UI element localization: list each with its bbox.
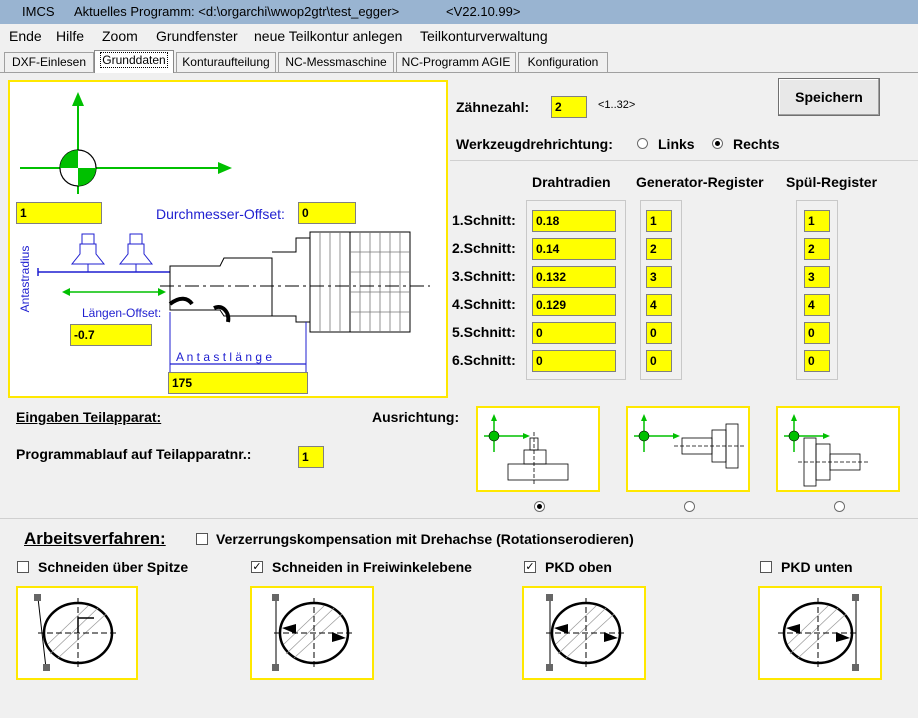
orientation-option-2[interactable] [626,406,750,492]
option-label-spitze: Schneiden über Spitze [38,559,189,575]
generator-field[interactable]: 0 [646,322,672,344]
window-title: Aktuelles Programm: <d:\orgarchi\wwop2gt… [74,4,400,19]
row-label: 2.Schnitt: [452,240,516,256]
option-label-freiwinkel: Schneiden in Freiwinkelebene [272,559,472,575]
cutting-tool-icon [778,594,859,671]
orientation-radio-1[interactable] [534,501,545,512]
method-illustration-2[interactable] [250,586,374,680]
zaehnezahl-label: Zähnezahl: [456,99,530,115]
verzerrung-label: Verzerrungskompensation mit Drehachse (R… [216,531,634,547]
menu-teilkonturverwaltung[interactable]: Teilkonturverwaltung [420,24,548,48]
generator-field[interactable]: 0 [646,350,672,372]
row-label: 1.Schnitt: [452,212,516,228]
row-label: 5.Schnitt: [452,324,516,340]
divider [0,518,918,519]
version-label: <V22.10.99> [446,4,521,19]
method-illustration-4[interactable] [758,586,882,680]
generator-field[interactable]: 3 [646,266,672,288]
option-checkbox-pkd-unten[interactable] [760,561,772,573]
orientation-option-3[interactable] [776,406,900,492]
option-checkbox-freiwinkel[interactable]: ✓ [251,561,263,573]
spuel-field[interactable]: 2 [804,238,830,260]
generator-field[interactable]: 1 [646,210,672,232]
spuel-field[interactable]: 0 [804,350,830,372]
row-label: 3.Schnitt: [452,268,516,284]
laengen-offset-field[interactable]: -0.7 [70,324,152,346]
title-bar: IMCS Aktuelles Programm: <d:\orgarchi\ww… [0,0,918,24]
cutting-tool-icon [34,594,118,671]
orientation-option-1[interactable] [476,406,600,492]
tab-grunddaten[interactable]: Grunddaten [94,50,174,73]
tab-dxf-einlesen[interactable]: DXF-Einlesen [4,52,94,72]
tab-strip: DXF-Einlesen Grunddaten Konturaufteilung… [0,50,918,73]
menu-neue-teilkontur[interactable]: neue Teilkontur anlegen [254,24,402,48]
tab-nc-programm-agie[interactable]: NC-Programm AGIE [396,52,516,72]
antastlaenge-label: A n t a s t l ä n g e [176,350,273,364]
probe-drawing [20,92,430,372]
generator-field[interactable]: 2 [646,238,672,260]
teilapparatnr-field[interactable]: 1 [298,446,324,468]
option-checkbox-pkd-oben[interactable]: ✓ [524,561,536,573]
app-name: IMCS [22,4,55,19]
orientation-3-icon [784,414,868,487]
programmablauf-label: Programmablauf auf Teilapparatnr.: [16,446,252,462]
antastlaenge-field[interactable]: 175 [168,372,308,394]
method-illustration-1[interactable] [16,586,138,680]
drahtradius-field[interactable]: 0 [532,350,616,372]
orientation-1-icon [484,414,569,484]
laengen-offset-label: Längen-Offset: [82,306,162,320]
menu-bar: Ende Hilfe Zoom Grundfenster neue Teilko… [0,24,918,48]
orientation-radio-2[interactable] [684,501,695,512]
method-illustration-3[interactable] [522,586,646,680]
orientation-2-icon [634,414,744,469]
zaehnezahl-field[interactable]: 2 [551,96,587,118]
drahtradius-field[interactable]: 0.132 [532,266,616,288]
menu-grundfenster[interactable]: Grundfenster [156,24,238,48]
header-drahtradien: Drahtradien [532,174,611,190]
radio-links-label: Links [658,136,695,152]
spuel-field[interactable]: 1 [804,210,830,232]
drahtradius-field[interactable]: 0.14 [532,238,616,260]
tab-konfiguration[interactable]: Konfiguration [518,52,608,72]
radio-links[interactable] [637,138,648,149]
top-value-field[interactable]: 1 [16,202,102,224]
tab-konturaufteilung[interactable]: Konturaufteilung [176,52,276,72]
menu-zoom[interactable]: Zoom [102,24,138,48]
spuel-field[interactable]: 0 [804,322,830,344]
verzerrung-checkbox[interactable] [196,533,208,545]
arbeitsverfahren-heading: Arbeitsverfahren: [24,529,166,548]
durchmesser-offset-label: Durchmesser-Offset: [156,206,285,222]
menu-ende[interactable]: Ende [9,24,42,48]
option-label-pkd-oben: PKD oben [545,559,612,575]
teilapparat-heading: Eingaben Teilapparat: [16,409,162,425]
header-generator-register: Generator-Register [636,174,764,190]
option-checkbox-spitze[interactable] [17,561,29,573]
spuel-field[interactable]: 4 [804,294,830,316]
generator-field[interactable]: 4 [646,294,672,316]
spuel-field[interactable]: 3 [804,266,830,288]
radio-rechts-label: Rechts [733,136,780,152]
drahtradius-field[interactable]: 0.18 [532,210,616,232]
ausrichtung-label: Ausrichtung: [372,409,460,425]
drahtradius-field[interactable]: 0 [532,322,616,344]
probe-drawing-panel: 1 Durchmesser-Offset: 0 Antastradius Län… [8,80,448,398]
durchmesser-offset-field[interactable]: 0 [298,202,356,224]
orientation-radio-3[interactable] [834,501,845,512]
cutting-tool-icon [272,594,354,671]
zaehnezahl-range: <1..32> [598,99,636,111]
tab-grunddaten-label: Grunddaten [100,52,168,68]
row-label: 4.Schnitt: [452,296,516,312]
row-label: 6.Schnitt: [452,352,516,368]
cutting-tool-icon [546,594,626,671]
drahtradius-field[interactable]: 0.129 [532,294,616,316]
option-label-pkd-unten: PKD unten [781,559,853,575]
tab-nc-messmaschine[interactable]: NC-Messmaschine [278,52,394,72]
radio-rechts[interactable] [712,138,723,149]
divider [450,160,918,161]
werkzeug-label: Werkzeugdrehrichtung: [456,136,613,152]
save-button[interactable]: Speichern [778,78,880,116]
antastradius-label: Antastradius [18,245,32,313]
header-spuel-register: Spül-Register [786,174,878,190]
menu-hilfe[interactable]: Hilfe [56,24,84,48]
